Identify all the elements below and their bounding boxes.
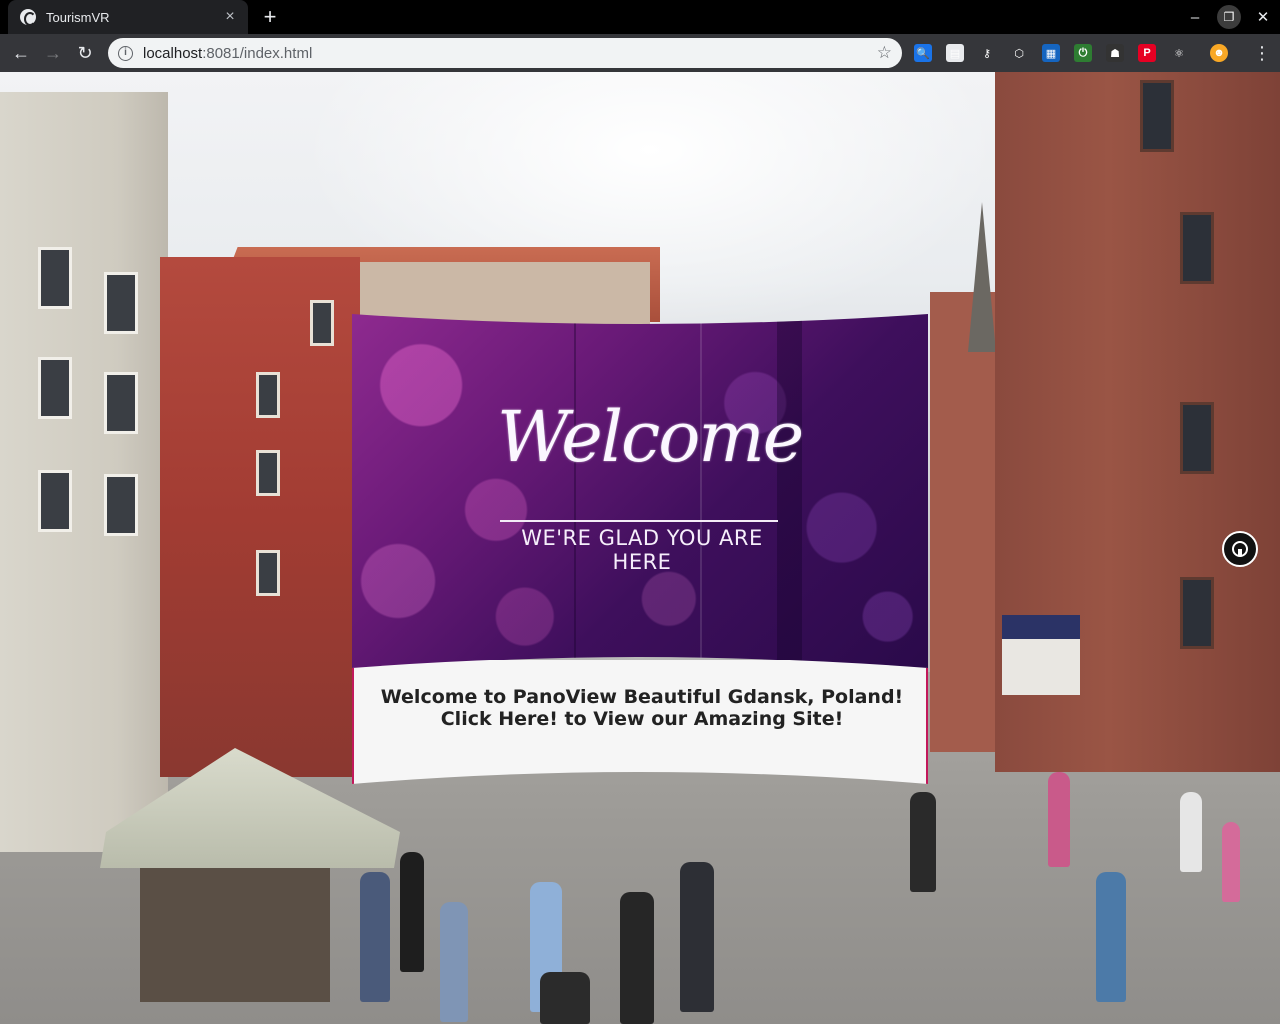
building-window	[104, 474, 138, 536]
vr-headset-icon	[1232, 541, 1248, 557]
tourist	[440, 902, 468, 1022]
tab-title: TourismVR	[46, 9, 110, 25]
left-building	[0, 92, 168, 852]
headline-divider	[500, 520, 778, 522]
building-window	[38, 470, 72, 532]
building-window	[1180, 402, 1214, 474]
extensions-bar: 🔍 ▤ ⚷ ⬡ ▦ ⏻ ☗ P ⚛ ☻	[914, 42, 1242, 64]
reload-button[interactable]: ↻	[72, 40, 98, 66]
globe-icon	[20, 9, 36, 26]
info-icon[interactable]: i	[118, 45, 133, 61]
browser-menu-icon[interactable]: ⋮	[1252, 42, 1272, 64]
building-window	[1180, 577, 1214, 649]
building-window	[256, 550, 280, 596]
market-tent	[1002, 615, 1080, 695]
tourist	[1222, 822, 1240, 902]
tab-strip: TourismVR × + – ❐ ✕	[0, 0, 1280, 34]
window-controls: – ❐ ✕	[1178, 0, 1280, 34]
key-extension-icon[interactable]: ⚷	[978, 44, 996, 62]
building-window	[256, 450, 280, 496]
close-window-button[interactable]: ✕	[1246, 0, 1280, 34]
atom-extension-icon[interactable]: ⚛	[1170, 44, 1188, 62]
building-window	[1180, 212, 1214, 284]
enter-vr-button[interactable]	[1222, 531, 1258, 567]
restore-icon: ❐	[1217, 5, 1241, 29]
url-text[interactable]: localhost:8081/index.html	[143, 45, 877, 62]
welcome-caption-link[interactable]: Welcome to PanoView Beautiful Gdansk, Po…	[352, 660, 928, 784]
address-bar[interactable]: i localhost:8081/index.html ☆	[108, 38, 902, 68]
tourist	[360, 872, 390, 1002]
welcome-headline: Welcome	[497, 396, 803, 478]
tourist	[1048, 772, 1070, 867]
power-extension-icon[interactable]: ⏻	[1074, 44, 1092, 62]
building-window	[1140, 80, 1174, 152]
building-window	[104, 272, 138, 334]
browser-toolbar: ← → ↻ i localhost:8081/index.html ☆ 🔍 ▤ ⚷ ⬡…	[0, 34, 1280, 72]
url-host: localhost	[143, 44, 203, 62]
bookmark-star-icon[interactable]: ☆	[877, 43, 892, 63]
forward-button[interactable]: →	[40, 40, 66, 66]
building-window	[104, 372, 138, 434]
tab-tourismvr[interactable]: TourismVR ×	[8, 0, 248, 34]
window-extension-icon[interactable]: ▦	[1042, 44, 1060, 62]
new-tab-button[interactable]: +	[258, 4, 282, 30]
cube-extension-icon[interactable]: ⬡	[1010, 44, 1028, 62]
welcome-panel[interactable]: Welcome WE'RE GLAD YOU ARE HERE Welcome …	[352, 314, 928, 784]
tourist	[680, 862, 714, 1012]
building-window	[310, 300, 334, 346]
right-tower-building	[930, 292, 1005, 752]
back-button[interactable]: ←	[8, 40, 34, 66]
tourist	[400, 852, 424, 972]
profile-avatar-icon[interactable]: ☻	[1210, 44, 1228, 62]
url-path: :8081/index.html	[202, 44, 313, 62]
restore-button[interactable]: ❐	[1212, 0, 1246, 34]
pinterest-extension-icon[interactable]: P	[1138, 44, 1156, 62]
welcome-banner-image[interactable]: Welcome WE'RE GLAD YOU ARE HERE	[352, 314, 928, 670]
panorama-viewport[interactable]: Welcome WE'RE GLAD YOU ARE HERE Welcome …	[0, 72, 1280, 1024]
tourist	[910, 792, 936, 892]
close-tab-icon[interactable]: ×	[222, 9, 238, 25]
sheet-extension-icon[interactable]: ▤	[946, 44, 964, 62]
bug-extension-icon[interactable]: ☗	[1106, 44, 1124, 62]
market-stall	[140, 862, 330, 1002]
building-window	[38, 357, 72, 419]
building-window	[38, 247, 72, 309]
tourist	[1180, 792, 1202, 872]
tourist	[620, 892, 654, 1024]
welcome-subline: WE'RE GLAD YOU ARE HERE	[521, 526, 763, 574]
caption-text[interactable]: Welcome to PanoView Beautiful Gdansk, Po…	[376, 686, 908, 730]
tourist	[540, 972, 590, 1024]
search-extension-icon[interactable]: 🔍	[914, 44, 932, 62]
tourist	[1096, 872, 1126, 1002]
building-window	[256, 372, 280, 418]
minimize-button[interactable]: –	[1178, 0, 1212, 34]
